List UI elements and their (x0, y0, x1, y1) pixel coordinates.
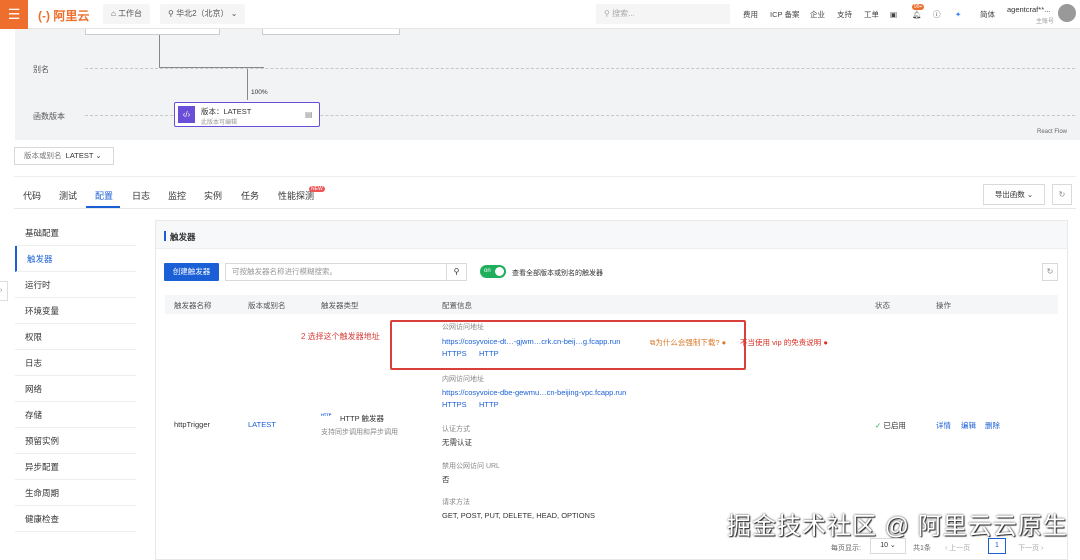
show-all-toggle[interactable]: on (480, 265, 506, 278)
traffic-percent: 100% (251, 89, 268, 96)
tab-code[interactable]: 代码 (23, 189, 41, 202)
account-type: 主账号 (1036, 19, 1055, 25)
flow-node-partial (85, 29, 220, 35)
version-node[interactable]: ‹/› 版本：LATEST 此版本可编辑 ▤ (174, 102, 320, 127)
tab-test[interactable]: 测试 (59, 189, 77, 202)
code-icon: ‹/› (178, 106, 195, 123)
terminal-icon[interactable]: ▣ (890, 0, 897, 29)
export-function-button[interactable]: 导出函数 ⌄ (983, 184, 1045, 205)
panel-title: 触发器 (170, 232, 196, 242)
internal-url[interactable]: https://cosyvoice-dbe-gewmu…cn-beijing-v… (442, 388, 626, 397)
menu-icon[interactable]: ☰ (0, 0, 28, 29)
sidebar-item-runtime[interactable]: 运行时 (15, 272, 136, 298)
username[interactable]: agentcraf**... (1007, 5, 1050, 14)
sidebar-item-health[interactable]: 健康检查 (15, 506, 136, 532)
table-header: 触发器名称 版本或别名 触发器类型 配置信息 状态 操作 (165, 295, 1058, 314)
alias-label: 别名 (33, 65, 49, 74)
tab-profiling[interactable]: 性能探测 (278, 189, 314, 202)
doc-icon[interactable]: ▤ (305, 110, 313, 119)
sidebar-item-provisioned[interactable]: 预留实例 (15, 428, 136, 454)
region-select[interactable]: ⚲ 华北2（北京） ⌄ (160, 4, 246, 24)
nav-fee[interactable]: 费用 (743, 0, 758, 29)
sidebar-item-basic[interactable]: 基础配置 (15, 220, 136, 246)
help-icon[interactable]: ⓘ (933, 0, 941, 29)
avatar[interactable] (1058, 4, 1076, 22)
new-badge: NEW (309, 186, 325, 192)
sidebar-item-triggers[interactable]: 触发器 (15, 246, 136, 272)
top-bar: ☰ (-) 阿里云 ⌂ 工作台 ⚲ 华北2（北京） ⌄ ⚲ 搜索... 费用 I… (0, 0, 1080, 29)
vip-disclaimer-link[interactable]: 不当使用 vip 的免责说明 ● (740, 337, 828, 348)
tab-config[interactable]: 配置 (95, 189, 113, 202)
annotation-text: 2 选择这个触发器地址 (301, 332, 380, 341)
nav-icp[interactable]: ICP 备案 (770, 0, 799, 29)
per-page-select[interactable]: 10 ⌄ (870, 538, 906, 554)
table-refresh-icon[interactable]: ↻ (1042, 263, 1058, 281)
workbench-button[interactable]: ⌂ 工作台 (103, 4, 151, 24)
sidebar-item-logs[interactable]: 日志 (15, 350, 136, 376)
sidebar-item-lifecycle[interactable]: 生命周期 (15, 480, 136, 506)
refresh-icon[interactable]: ↻ (1052, 184, 1072, 205)
sidebar-item-permissions[interactable]: 权限 (15, 324, 136, 350)
trigger-search-input[interactable]: 可按触发器名称进行模糊搜索。 (225, 263, 447, 281)
highlight-box (390, 320, 746, 370)
react-flow-label: React Flow (1037, 129, 1068, 135)
config-sidebar: 基础配置 触发器 运行时 环境变量 权限 日志 网络 存储 预留实例 异步配置 … (15, 220, 136, 532)
detail-link[interactable]: 详情 (936, 420, 951, 431)
prev-page[interactable]: ‹ 上一页 (945, 543, 970, 553)
sidebar-item-network[interactable]: 网络 (15, 376, 136, 402)
nav-enterprise[interactable]: 企业 (810, 0, 825, 29)
sidebar-item-async[interactable]: 异步配置 (15, 454, 136, 480)
sidebar-item-env[interactable]: 环境变量 (15, 298, 136, 324)
logo[interactable]: (-) 阿里云 (38, 7, 89, 24)
search-icon[interactable]: ⚲ (446, 263, 467, 281)
toggle-label: 查看全部版本或别名的触发器 (512, 270, 603, 277)
http-icon: HTTP (321, 412, 332, 417)
edit-link[interactable]: 编辑 (961, 420, 976, 431)
tab-instances[interactable]: 实例 (204, 189, 222, 202)
nav-ticket[interactable]: 工单 (864, 0, 879, 29)
status: ✓ 已启用 (875, 421, 906, 430)
next-page[interactable]: 下一页 › (1018, 543, 1043, 553)
watermark: 掘金技术社区 @ 阿里云云原生 (727, 513, 1068, 540)
expand-sidebar-icon[interactable]: › (0, 281, 8, 301)
sidebar-item-storage[interactable]: 存储 (15, 402, 136, 428)
page-1[interactable]: 1 (988, 538, 1006, 554)
flow-node-partial (262, 29, 400, 35)
nav-support[interactable]: 支持 (837, 0, 852, 29)
create-trigger-button[interactable]: 创建触发器 (164, 263, 219, 281)
version-select[interactable]: 版本或别名 LATEST ⌄ (14, 147, 114, 165)
search-input[interactable]: ⚲ 搜索... (596, 4, 730, 24)
language-switch[interactable]: 简体 (980, 0, 995, 29)
delete-link[interactable]: 删除 (985, 420, 1000, 431)
tab-logs[interactable]: 日志 (132, 189, 150, 202)
app-icon[interactable]: ✦ (955, 0, 961, 29)
version-label: 函数版本 (33, 112, 65, 121)
tab-tasks[interactable]: 任务 (241, 189, 259, 202)
tab-monitor[interactable]: 监控 (168, 189, 186, 202)
notification-badge: 99+ (912, 4, 925, 10)
